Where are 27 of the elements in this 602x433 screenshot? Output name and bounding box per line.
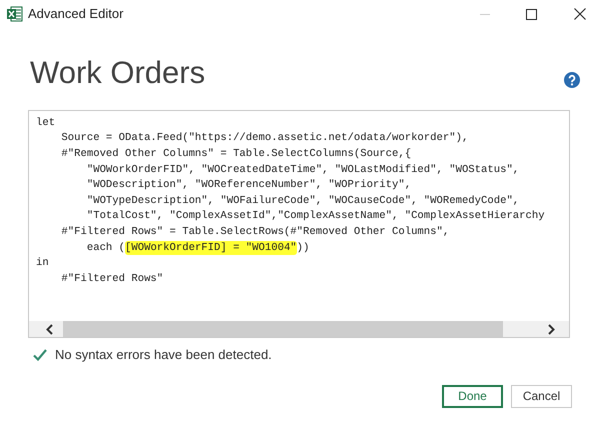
window-title: Advanced Editor [28, 5, 124, 24]
code-text: )) [296, 240, 310, 255]
spreadsheet-app-icon [7, 6, 23, 22]
code-text: #"Filtered Rows" = Table.SelectRows(#"Removed Other Columns", [60, 224, 450, 239]
editor-heading: Work Orders [30, 57, 206, 88]
code-text: #"Filtered Rows" [60, 272, 164, 286]
code-editor[interactable] [28, 110, 570, 338]
syntax-status: No syntax errors have been detected. [55, 346, 272, 364]
highlighted-code: [WOWorkOrderFID] = "WO1004" [125, 240, 297, 255]
code-text: "WODescription", "WOReferenceNumber", "WOPriority", [86, 178, 412, 192]
code-text: "WOTypeDescription", "WOFailureCode", "WOCauseCode", "WORemedyCode", [86, 194, 520, 208]
scroll-right-icon[interactable] [548, 324, 555, 334]
maximize-icon[interactable] [526, 8, 537, 20]
code-text: each ( [86, 240, 126, 255]
code-text: #"Removed Other Columns" = Table.SelectColumns(Source,{ [60, 146, 412, 161]
code-text: Source = OData.Feed("https://demo.assetic.net/odata/workorder"), [60, 131, 468, 146]
dialog-button[interactable]: Done [442, 384, 503, 408]
help-icon[interactable] [564, 72, 580, 88]
scroll-left-icon[interactable] [46, 324, 53, 334]
code-text: "TotalCost", "ComplexAssetId","ComplexAssetName", "ComplexAssetHierarchy [86, 209, 545, 224]
code-text: let [36, 116, 56, 130]
scrollbar-thumb[interactable] [63, 321, 503, 337]
close-icon[interactable] [574, 8, 586, 20]
dialog-button[interactable]: Cancel [511, 384, 572, 408]
code-text: in [36, 256, 49, 270]
checkmark-icon [33, 348, 47, 361]
code-text: "WOWorkOrderFID", "WOCreatedDateTime", "WOLastModified", "WOStatus", [86, 162, 520, 177]
